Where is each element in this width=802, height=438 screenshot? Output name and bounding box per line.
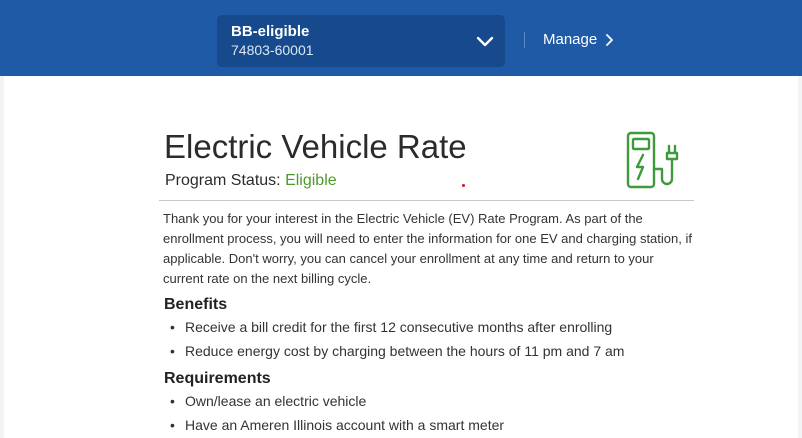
chevron-right-icon xyxy=(606,34,614,46)
top-navigation-bar: BB-eligible 74803-60001 Manage xyxy=(0,0,802,76)
intro-paragraph: Thank you for your interest in the Elect… xyxy=(163,211,692,286)
chevron-down-icon xyxy=(476,36,494,47)
requirements-heading: Requirements xyxy=(164,370,271,387)
requirements-list: • Own/lease an electric vehicle • Have an … xyxy=(167,389,697,437)
benefits-list: • Receive a bill credit for the first 12 … xyxy=(167,315,697,363)
account-name: BB-eligible xyxy=(231,23,310,40)
list-item: • Reduce energy cost by charging between … xyxy=(170,343,625,359)
benefits-heading: Benefits xyxy=(164,296,228,313)
status-value: Eligible xyxy=(285,172,337,189)
manage-link[interactable]: Manage xyxy=(543,31,614,49)
program-status: Program Status: Eligible xyxy=(165,171,337,191)
program-card: Electric Vehicle Rate Program Status: El… xyxy=(4,76,798,438)
cursor-dot xyxy=(462,184,465,187)
account-number: 74803-60001 xyxy=(231,42,314,58)
status-label: Program Status: xyxy=(165,172,281,189)
account-selector[interactable]: BB-eligible 74803-60001 xyxy=(217,15,505,67)
list-item: • Own/lease an electric vehicle xyxy=(170,393,367,409)
manage-label: Manage xyxy=(543,31,598,48)
list-item: • Receive a bill credit for the first 12 … xyxy=(170,319,613,335)
title-divider xyxy=(159,200,694,201)
page-title: Electric Vehicle Rate xyxy=(164,128,467,165)
nav-divider xyxy=(524,32,525,48)
ev-charger-icon xyxy=(626,131,679,189)
list-item: • Have an Ameren Illinois account with a … xyxy=(170,417,505,433)
